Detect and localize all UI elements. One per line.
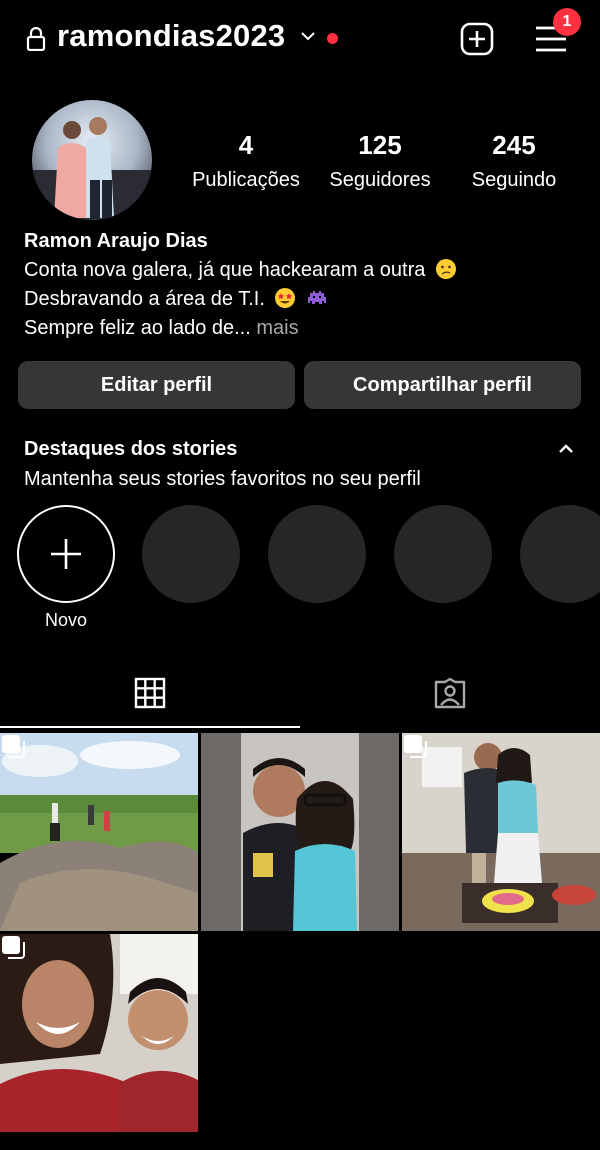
plus-icon [51, 539, 81, 569]
highlights-subtitle: Mantenha seus stories favoritos no seu p… [24, 468, 421, 490]
tagged-person-icon [434, 677, 466, 709]
notification-badge: 1 [553, 8, 581, 36]
profile-avatar[interactable] [32, 100, 152, 220]
posts-count-label: Publicações [192, 169, 300, 191]
avatar-photo [32, 100, 152, 220]
profile-full-name: Ramon Araujo Dias [24, 230, 208, 252]
post-thumbnail[interactable] [0, 733, 198, 931]
post-photo [0, 934, 198, 1132]
chevron-up-icon[interactable] [557, 443, 575, 455]
account-username[interactable]: ramondias2023 [57, 18, 285, 54]
multiple-photos-icon [2, 936, 25, 959]
post-thumbnail[interactable] [0, 934, 198, 1132]
active-tab-indicator [0, 726, 300, 728]
tab-grid[interactable] [0, 660, 300, 728]
bio-line-3-text: Sempre feliz ao lado de... [24, 317, 251, 339]
highlight-placeholder [268, 505, 366, 603]
share-profile-button[interactable]: Compartilhar perfil [304, 361, 581, 409]
following-count[interactable]: 245 Seguindo [454, 130, 574, 192]
lock-icon [26, 27, 46, 51]
status-dot [327, 33, 338, 44]
new-highlight-button[interactable] [17, 505, 115, 603]
post-photo [402, 733, 600, 931]
confused-face-emoji-icon [435, 259, 456, 279]
grid-icon [134, 677, 166, 709]
followers-count[interactable]: 125 Seguidores [320, 130, 440, 192]
highlight-placeholder [394, 505, 492, 603]
highlight-placeholder [142, 505, 240, 603]
tab-tagged[interactable] [300, 660, 600, 728]
posts-count-value: 4 [238, 130, 254, 160]
post-thumbnail[interactable] [201, 733, 399, 931]
following-count-label: Seguindo [471, 169, 557, 191]
posts-count[interactable]: 4 Publicações [186, 130, 306, 192]
multiple-photos-icon [404, 735, 427, 758]
edit-profile-button[interactable]: Editar perfil [18, 361, 295, 409]
highlights-title: Destaques dos stories [24, 438, 238, 460]
followers-count-label: Seguidores [329, 169, 431, 191]
bio-line-1: Conta nova galera, já que hackearam a ou… [24, 256, 457, 285]
multiple-photos-icon [2, 735, 25, 758]
following-count-value: 245 [492, 130, 536, 160]
chevron-down-icon[interactable] [300, 30, 316, 42]
new-highlight-label: Novo [44, 610, 88, 630]
post-photo [201, 733, 399, 931]
followers-count-value: 125 [358, 130, 402, 160]
bio-line-1-text: Conta nova galera, já que hackearam a ou… [24, 259, 426, 281]
alien-monster-emoji-icon [308, 291, 327, 304]
post-thumbnail[interactable] [402, 733, 600, 931]
star-struck-emoji-icon [275, 288, 296, 308]
top-bar: ramondias2023 1 [0, 0, 600, 80]
post-photo [0, 733, 198, 931]
bio-more-link[interactable]: mais [256, 317, 298, 339]
bio-line-2-text: Desbravando a área de T.I. [24, 288, 265, 310]
add-post-icon[interactable] [460, 22, 494, 56]
highlight-placeholder [520, 505, 600, 603]
bio-line-2: Desbravando a área de T.I. [24, 285, 328, 314]
bio-line-3: Sempre feliz ao lado de... mais [24, 314, 299, 343]
